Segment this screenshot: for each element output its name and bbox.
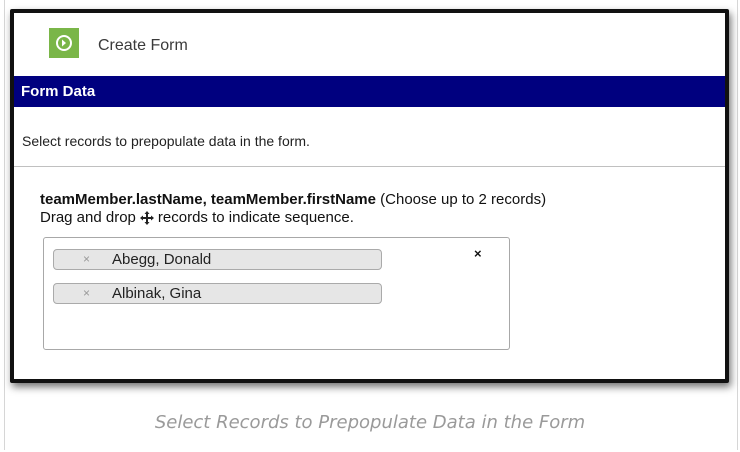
drag-hint-prefix: Drag and drop bbox=[40, 209, 136, 226]
remove-record-icon[interactable]: × bbox=[83, 252, 90, 266]
selected-record-chip[interactable]: × Abegg, Donald bbox=[53, 249, 382, 270]
toolbar: Create Form bbox=[14, 13, 725, 75]
figure-caption: Select Records to Prepopulate Data in th… bbox=[154, 412, 586, 433]
selected-record-label: Abegg, Donald bbox=[112, 251, 212, 268]
selected-record-label: Albinak, Gina bbox=[112, 285, 202, 302]
drag-hint-suffix: records to indicate sequence. bbox=[157, 209, 354, 226]
field-label-bold: teamMember.lastName, teamMember.firstNam… bbox=[40, 191, 376, 208]
move-icon bbox=[139, 210, 154, 225]
instructions-text: Select records to prepopulate data in th… bbox=[22, 133, 310, 149]
drag-hint: Drag and drop records to indicate sequen… bbox=[40, 209, 354, 226]
selected-record-chip[interactable]: × Albinak, Gina bbox=[53, 283, 382, 304]
remove-record-icon[interactable]: × bbox=[83, 286, 90, 300]
clear-all-icon[interactable]: × bbox=[474, 246, 482, 261]
divider bbox=[14, 166, 725, 167]
create-form-button[interactable]: Create Form bbox=[98, 37, 188, 55]
record-multiselect[interactable]: × Abegg, Donald × Albinak, Gina × bbox=[43, 237, 510, 350]
field-label-note: (Choose up to 2 records) bbox=[380, 191, 547, 208]
form-data-header: Form Data bbox=[14, 76, 725, 107]
create-form-panel: Create Form Form Data Select records to … bbox=[10, 9, 729, 383]
field-label: teamMember.lastName, teamMember.firstNam… bbox=[40, 191, 546, 208]
arrow-circle-right-icon[interactable] bbox=[49, 28, 79, 58]
